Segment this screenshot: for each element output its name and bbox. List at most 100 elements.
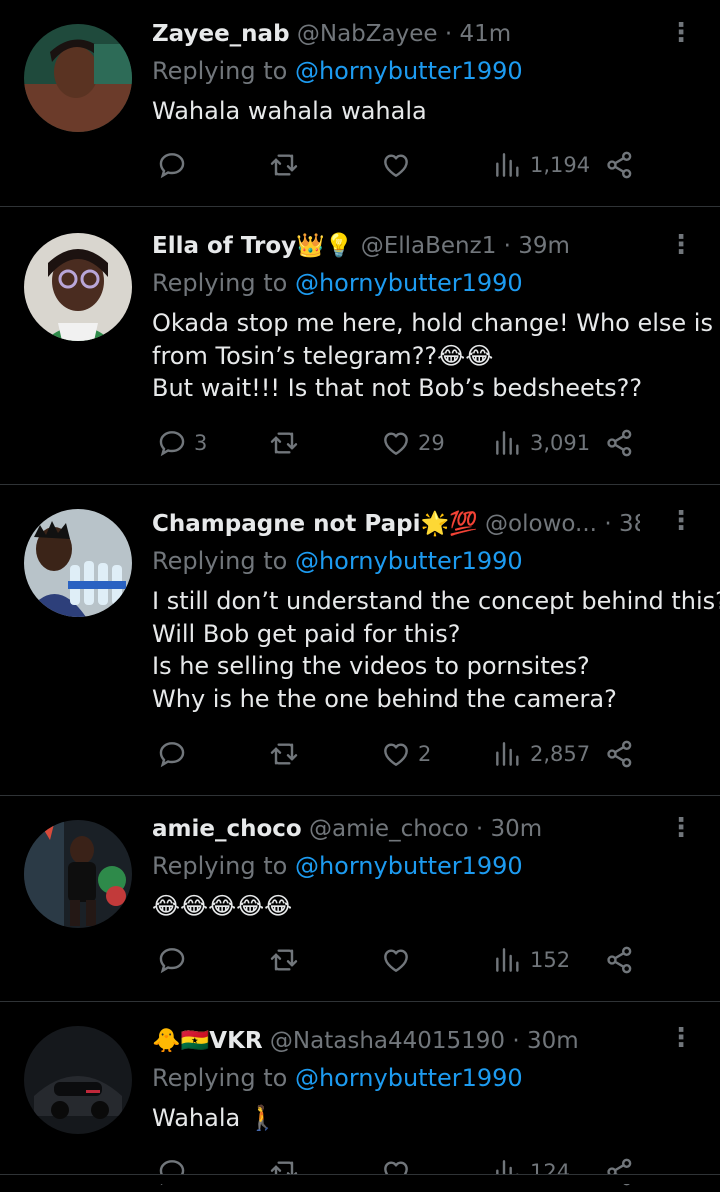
- replying-to-label: Replying to: [152, 269, 288, 297]
- views-chart-icon: [496, 431, 519, 455]
- tweet[interactable]: 🐥🇬🇭VKR @Natasha44015190 · 30m ⋮ Replying…: [0, 1002, 720, 1186]
- tweet-header: Ella of Troy👑💡 @EllaBenz1 · 39m: [152, 228, 650, 264]
- share-icon: [607, 740, 632, 768]
- mention-link[interactable]: @hornybutter1990: [295, 852, 523, 880]
- separator: ·: [512, 1028, 520, 1054]
- retweet-button[interactable]: [268, 1152, 306, 1192]
- user-handle[interactable]: @amie_choco: [309, 816, 469, 842]
- share-button[interactable]: [604, 145, 636, 185]
- like-button[interactable]: 29: [380, 423, 445, 463]
- tweet[interactable]: Ella of Troy👑💡 @EllaBenz1 · 39m ⋮ Replyi…: [0, 207, 720, 484]
- avatar[interactable]: [24, 820, 132, 928]
- views-button[interactable]: 124: [492, 1152, 570, 1192]
- views-button[interactable]: 2,857: [492, 734, 590, 774]
- display-name[interactable]: 🐥🇬🇭VKR: [152, 1028, 263, 1054]
- tweet[interactable]: Champagne not Papi🌟💯 @olowo... · 38m ⋮ R…: [0, 485, 720, 795]
- share-button[interactable]: [604, 423, 636, 463]
- heart-icon: [384, 154, 408, 177]
- views-button[interactable]: 152: [492, 940, 570, 980]
- retweet-icon: [270, 743, 298, 765]
- retweet-button[interactable]: [268, 423, 306, 463]
- tweet-text-line: 😂😂😂😂😂: [152, 892, 293, 920]
- views-button[interactable]: 3,091: [492, 423, 590, 463]
- like-button[interactable]: [380, 940, 418, 980]
- avatar[interactable]: [24, 24, 132, 132]
- tweet-text-line: But wait!!! Is that not Bob’s bedsheets?…: [152, 374, 643, 402]
- tweet-text-line: I still don’t understand the concept beh…: [152, 587, 720, 615]
- more-vertical-icon[interactable]: ⋮: [668, 228, 694, 264]
- retweet-button[interactable]: [268, 145, 306, 185]
- more-vertical-icon[interactable]: ⋮: [668, 16, 694, 52]
- action-bar: 1,194: [152, 145, 652, 185]
- avatar[interactable]: [24, 233, 132, 341]
- avatar[interactable]: [24, 509, 132, 617]
- reply-bubble-icon: [159, 153, 185, 179]
- user-handle[interactable]: @Natasha44015190: [270, 1028, 505, 1054]
- reply-button[interactable]: 3: [156, 423, 207, 463]
- display-name[interactable]: Ella of Troy👑💡: [152, 233, 353, 259]
- replying-to: Replying to @hornybutter1990: [152, 1062, 523, 1094]
- replying-to: Replying to @hornybutter1990: [152, 850, 523, 882]
- share-icon: [607, 151, 632, 179]
- share-icon: [607, 946, 632, 974]
- tweet-header: Champagne not Papi🌟💯 @olowo... · 38m: [152, 506, 640, 542]
- heart-icon: [384, 743, 408, 766]
- heart-icon: [384, 432, 408, 455]
- share-button[interactable]: [604, 1152, 636, 1192]
- reply-button[interactable]: [156, 1152, 194, 1192]
- reply-button[interactable]: [156, 940, 194, 980]
- separator: ·: [444, 21, 453, 47]
- user-handle[interactable]: @EllaBenz1: [361, 233, 497, 259]
- timestamp[interactable]: 30m: [491, 816, 543, 842]
- like-button[interactable]: [380, 145, 418, 185]
- tweet-header: amie_choco @amie_choco · 30m: [152, 811, 650, 847]
- replying-to: Replying to @hornybutter1990: [152, 545, 523, 577]
- display-name[interactable]: Zayee_nab: [152, 21, 290, 47]
- replying-to-label: Replying to: [152, 1064, 288, 1092]
- action-bar: 2 2,857: [152, 734, 652, 774]
- like-count: 2: [418, 742, 432, 766]
- avatar[interactable]: [24, 1026, 132, 1134]
- separator: ·: [475, 816, 484, 842]
- heart-icon: [384, 949, 408, 972]
- tweet-text-line: Okada stop me here, hold change! Who els…: [152, 309, 713, 337]
- display-name[interactable]: amie_choco: [152, 816, 302, 842]
- replying-to-label: Replying to: [152, 852, 288, 880]
- like-button[interactable]: [380, 1152, 418, 1192]
- more-vertical-icon[interactable]: ⋮: [668, 1021, 694, 1057]
- tweet[interactable]: Zayee_nab @NabZayee · 41m ⋮ Replying to …: [0, 0, 720, 206]
- share-button[interactable]: [604, 734, 636, 774]
- mention-link[interactable]: @hornybutter1990: [295, 269, 523, 297]
- reply-bubble-icon: [159, 948, 185, 974]
- replying-to: Replying to @hornybutter1990: [152, 267, 523, 299]
- tweet-text-line: Why is he the one behind the camera?: [152, 684, 617, 713]
- replying-to-label: Replying to: [152, 547, 288, 575]
- mention-link[interactable]: @hornybutter1990: [295, 1064, 523, 1092]
- share-button[interactable]: [604, 940, 636, 980]
- user-handle[interactable]: @NabZayee: [297, 21, 438, 47]
- reply-button[interactable]: [156, 734, 194, 774]
- timestamp[interactable]: 41m: [459, 21, 511, 47]
- retweet-button[interactable]: [268, 940, 306, 980]
- tweet-header: 🐥🇬🇭VKR @Natasha44015190 · 30m: [152, 1023, 650, 1059]
- timestamp[interactable]: 38m: [619, 511, 640, 537]
- user-handle[interactable]: @olowo...: [485, 511, 597, 537]
- tweet-text: 😂😂😂😂😂: [152, 890, 680, 923]
- reply-button[interactable]: [156, 145, 194, 185]
- mention-link[interactable]: @hornybutter1990: [295, 57, 523, 85]
- mention-link[interactable]: @hornybutter1990: [295, 547, 523, 575]
- timestamp[interactable]: 39m: [518, 233, 570, 259]
- action-bar: 3 29 3,091: [152, 423, 652, 463]
- tweet-text-line: Wahala wahala wahala: [152, 97, 427, 125]
- tweet[interactable]: amie_choco @amie_choco · 30m ⋮ Replying …: [0, 796, 720, 1001]
- reply-bubble-icon: [159, 431, 185, 457]
- views-button[interactable]: 1,194: [492, 145, 590, 185]
- like-button[interactable]: 2: [380, 734, 431, 774]
- more-vertical-icon[interactable]: ⋮: [668, 811, 694, 847]
- retweet-button[interactable]: [268, 734, 306, 774]
- timestamp[interactable]: 30m: [527, 1028, 579, 1054]
- share-icon: [607, 429, 632, 457]
- display-name[interactable]: Champagne not Papi🌟💯: [152, 511, 478, 537]
- more-vertical-icon[interactable]: ⋮: [668, 504, 694, 540]
- tweet-text-line: Wahala 🚶: [152, 1104, 278, 1132]
